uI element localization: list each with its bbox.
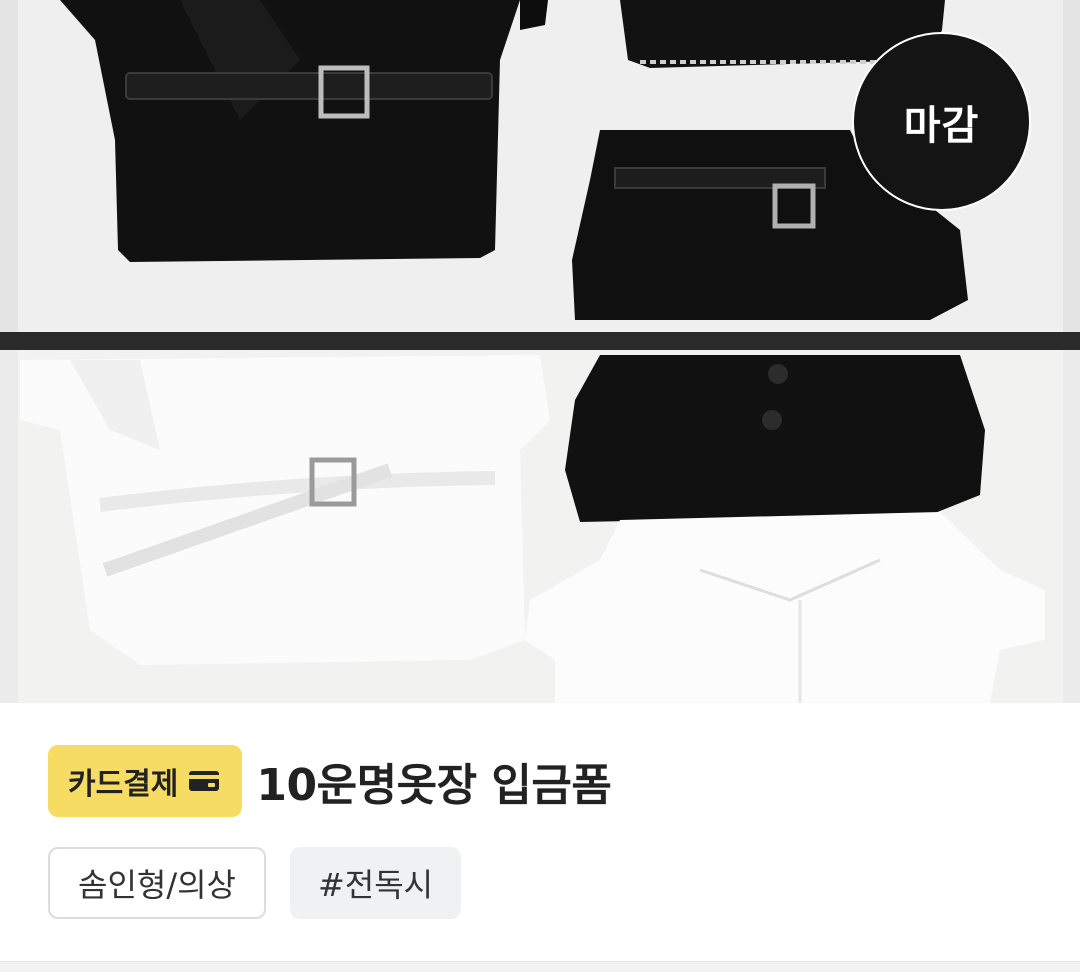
product-info: 카드결제 10운명옷장 입금폼 솜인형/의상 #전독시 xyxy=(0,703,1080,972)
product-title: 10운명옷장 입금폼 xyxy=(256,760,612,811)
product-image[interactable]: 마감 xyxy=(0,0,1080,703)
payment-badge-label: 카드결제 xyxy=(68,767,179,802)
status-badge: 마감 xyxy=(852,32,1031,211)
tag-category[interactable]: 솜인형/의상 xyxy=(48,847,266,919)
tag-list: 솜인형/의상 #전독시 xyxy=(48,847,462,919)
payment-badge: 카드결제 xyxy=(48,745,243,817)
divider xyxy=(0,961,1080,972)
credit-card-icon xyxy=(189,771,220,791)
tag-hashtag[interactable]: #전독시 xyxy=(289,847,462,919)
title-row: 카드결제 10운명옷장 입금폼 xyxy=(48,745,612,817)
